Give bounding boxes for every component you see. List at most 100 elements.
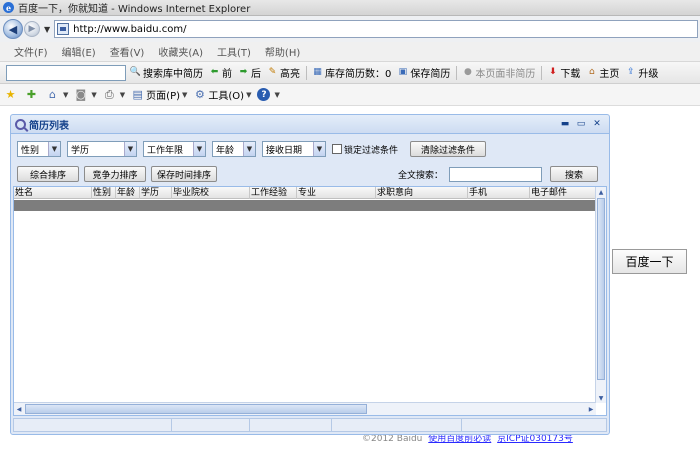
window-titlebar: e 百度一下，你就知道 - Windows Internet Explorer — [0, 0, 700, 16]
save-resume-label: 保存简历 — [410, 69, 451, 80]
resume-list-header[interactable]: 简历列表 ▬ ▭ ✕ — [11, 115, 609, 134]
gear-icon: ⚙ — [194, 88, 205, 101]
stored-count: ▦ 库存简历数：0 — [312, 65, 392, 81]
scroll-left-icon[interactable]: ◀ — [14, 403, 24, 415]
table-row[interactable] — [14, 200, 596, 211]
database-icon: ▦ — [313, 67, 322, 77]
work-years-select[interactable]: 工作年限 ▼ — [143, 141, 206, 157]
clear-filter-button[interactable]: 清除过滤条件 — [410, 141, 487, 157]
column-header-gender[interactable]: 性别 — [92, 187, 116, 199]
print-button[interactable]: ⎙ ▼ — [103, 88, 125, 101]
footer-link-terms[interactable]: 使用百度前必读 — [428, 434, 491, 444]
feeds-button[interactable]: ◙ ▼ — [74, 88, 97, 101]
printer-icon: ⎙ — [104, 87, 114, 101]
chevron-down-icon: ▼ — [243, 142, 255, 156]
toolbar-separator — [541, 65, 543, 80]
forward-button[interactable]: ▶ — [24, 21, 40, 37]
vertical-scrollbar[interactable]: ▲ ▼ — [595, 187, 606, 403]
footer-link-icp[interactable]: 京ICP证030173号 — [497, 434, 573, 444]
help-menu-button[interactable]: ? ▼ — [257, 88, 280, 101]
scroll-up-icon[interactable]: ▲ — [596, 187, 606, 197]
prev-button[interactable]: ⬅ 前 — [209, 65, 232, 81]
column-header-name[interactable]: 姓名 — [14, 187, 92, 199]
stored-count-label: 库存简历数：0 — [325, 69, 392, 80]
menu-favorites[interactable]: 收藏夹(A) — [158, 44, 203, 59]
lock-filter-label: 锁定过滤条件 — [344, 145, 399, 156]
competitiveness-sort-button[interactable]: 竞争力排序 — [84, 166, 146, 182]
home-button[interactable]: ⌂ 主页 — [586, 65, 619, 81]
gender-select[interactable]: 性别 ▼ — [17, 141, 61, 157]
toolbar-search-input[interactable] — [6, 64, 126, 81]
gender-select-value: 性别 — [21, 145, 40, 156]
column-header-intention[interactable]: 求职意向 — [376, 187, 468, 199]
panel-status-bar — [13, 418, 607, 432]
column-header-major[interactable]: 专业 — [297, 187, 376, 199]
tools-menu-button[interactable]: ⚙ 工具(O) ▼ — [193, 87, 252, 102]
address-bar: ◀ ▶ ▼ http://www.baidu.com/ — [0, 16, 700, 42]
horizontal-scroll-thumb[interactable] — [25, 404, 367, 414]
home-menu-button[interactable]: ⌂ ▼ — [46, 88, 68, 101]
magnifier-icon — [15, 118, 26, 130]
vertical-scroll-thumb[interactable] — [597, 198, 605, 380]
menu-edit[interactable]: 编辑(E) — [62, 44, 96, 59]
add-favorites-button[interactable]: ✚ — [25, 88, 40, 101]
menu-tools[interactable]: 工具(T) — [217, 44, 251, 59]
highlight-icon: ✎ — [268, 67, 277, 77]
close-icon[interactable]: ✕ — [589, 117, 605, 131]
resume-list-title: 简历列表 — [29, 120, 69, 132]
arrow-right-icon: ➡ — [239, 67, 248, 77]
history-dropdown-icon[interactable]: ▼ — [44, 25, 50, 34]
highlight-label: 高亮 — [280, 69, 300, 80]
column-header-email[interactable]: 电子邮件 — [530, 187, 596, 199]
baidu-search-button[interactable]: 百度一下 — [612, 249, 687, 274]
favorites-button[interactable]: ★ — [4, 88, 19, 101]
menu-help[interactable]: 帮助(H) — [265, 44, 300, 59]
not-resume-button[interactable]: ● 本页面非简历 — [462, 65, 535, 81]
ie-logo-icon: e — [3, 2, 14, 13]
chevron-down-icon: ▼ — [313, 142, 325, 156]
menu-view[interactable]: 查看(V) — [110, 44, 145, 59]
scroll-down-icon[interactable]: ▼ — [596, 393, 606, 403]
lock-filter-checkbox[interactable] — [332, 144, 342, 154]
menu-file[interactable]: 文件(F) — [14, 44, 48, 59]
horizontal-scrollbar[interactable]: ◀ ▶ — [14, 402, 596, 415]
download-button[interactable]: ⬇ 下载 — [547, 65, 580, 81]
page-favicon-icon — [57, 23, 70, 35]
chevron-down-icon: ▼ — [124, 142, 136, 156]
search-resume-button[interactable]: 🔍 搜索库中简历 — [130, 65, 203, 81]
page-menu-button[interactable]: ▤ 页面(P) ▼ — [131, 87, 187, 102]
prev-label: 前 — [222, 69, 232, 80]
education-select[interactable]: 学历 ▼ — [67, 141, 137, 157]
rss-feed-icon: ◙ — [75, 88, 87, 101]
scroll-right-icon[interactable]: ▶ — [586, 403, 596, 415]
column-header-age[interactable]: 年龄 — [116, 187, 140, 199]
column-header-phone[interactable]: 手机 — [468, 187, 530, 199]
fulltext-search-button[interactable]: 搜索 — [550, 166, 598, 182]
highlight-button[interactable]: ✎ 高亮 — [267, 65, 300, 81]
age-select[interactable]: 年龄 ▼ — [212, 141, 256, 157]
column-header-education[interactable]: 学历 — [140, 187, 172, 199]
receive-date-select[interactable]: 接收日期 ▼ — [262, 141, 326, 157]
status-cell — [462, 419, 604, 431]
next-button[interactable]: ➡ 后 — [238, 65, 261, 81]
resume-list-window: 简历列表 ▬ ▭ ✕ 性别 ▼ 学历 ▼ 工作年限 ▼ 年龄 ▼ 接收日期 ▼ … — [10, 114, 610, 435]
save-icon: ▣ — [398, 67, 408, 77]
search-resume-label: 搜索库中简历 — [143, 69, 203, 80]
column-header-experience[interactable]: 工作经验 — [250, 187, 297, 199]
upgrade-button[interactable]: ⇪ 升级 — [625, 65, 658, 81]
page-icon: ▤ — [132, 88, 143, 101]
download-arrow-icon: ⬇ — [549, 67, 557, 77]
maximize-icon[interactable]: ▭ — [573, 117, 589, 131]
back-button[interactable]: ◀ — [3, 19, 23, 39]
menu-bar: 文件(F) 编辑(E) 查看(V) 收藏夹(A) 工具(T) 帮助(H) — [0, 42, 700, 62]
save-resume-button[interactable]: ▣ 保存简历 — [397, 65, 451, 81]
window-title: 百度一下，你就知道 - Windows Internet Explorer — [18, 4, 251, 15]
grid-header: 姓名 性别 年龄 学历 毕业院校 工作经验 专业 求职意向 手机 电子邮件 — [14, 187, 596, 199]
status-cell — [172, 419, 250, 431]
overall-sort-button[interactable]: 综合排序 — [17, 166, 79, 182]
column-header-school[interactable]: 毕业院校 — [172, 187, 250, 199]
fulltext-search-input[interactable] — [449, 166, 542, 182]
minimize-icon[interactable]: ▬ — [557, 117, 573, 131]
address-input[interactable]: http://www.baidu.com/ — [54, 20, 698, 38]
save-time-sort-button[interactable]: 保存时间排序 — [151, 166, 217, 182]
